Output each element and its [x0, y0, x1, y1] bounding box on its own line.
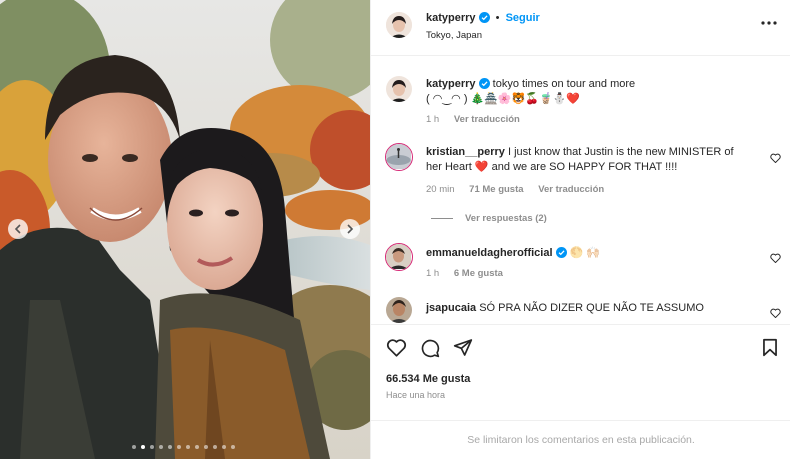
comment-meta-kristian: 20 min 71 Me gusta Ver traducción [426, 184, 605, 195]
like-comment-heart-icon[interactable] [770, 153, 781, 163]
comment-avatar-emmanuel[interactable] [385, 243, 413, 271]
selfie-photo-image [0, 0, 370, 459]
comment-username[interactable]: jsapucaia [426, 302, 476, 314]
verified-badge-icon [478, 12, 490, 23]
verified-badge-icon [555, 247, 567, 258]
author-avatar[interactable] [386, 12, 412, 38]
chevron-right-icon [347, 224, 354, 234]
post-header: katyperry • Seguir Tokyo, Japan [371, 0, 790, 56]
caption: katyperry tokyo times on tour and more (… [426, 77, 756, 107]
comment-meta-emmanuel: 1 h 6 Me gusta [426, 268, 503, 279]
verified-badge-icon [478, 78, 490, 89]
likes-count[interactable]: 66.534 Me gusta [386, 373, 470, 385]
carousel-dot [150, 445, 154, 449]
comment-username[interactable]: kristian__perry [426, 146, 505, 158]
comment-text-kristian: kristian__perry I just know that Justin … [426, 146, 734, 173]
carousel-dot [177, 445, 181, 449]
caption-translate-link[interactable]: Ver traducción [454, 114, 520, 125]
post-photo[interactable] [0, 0, 370, 459]
comment-avatar-jsapucaia[interactable] [386, 297, 412, 323]
carousel-dot [168, 445, 172, 449]
chevron-left-icon [14, 224, 21, 234]
post-details-panel: katyperry • Seguir Tokyo, Japan katyperr… [370, 0, 790, 459]
comment-bubble-icon[interactable] [420, 338, 440, 358]
previous-photo-button[interactable] [8, 219, 28, 239]
instagram-post-viewer: katyperry • Seguir Tokyo, Japan katyperr… [0, 0, 790, 459]
header-separator: • [495, 12, 500, 24]
comments-limited-notice: Se limitaron los comentarios en esta pub… [371, 420, 790, 459]
caption-author-avatar[interactable] [386, 76, 412, 102]
carousel-dot [222, 445, 226, 449]
comment-text-emmanuel: emmanueldagherofficial 🌕 🙌🏻 [426, 247, 601, 259]
carousel-dot [186, 445, 190, 449]
avatar-image [386, 76, 412, 102]
caption-text: tokyo times on tour and more [492, 78, 636, 90]
avatar-image [386, 144, 411, 169]
caption-username[interactable]: katyperry [426, 78, 476, 90]
comment-text-jsapucaia: jsapucaia SÓ PRA NÃO DIZER QUE NÃO TE AS… [426, 302, 704, 314]
avatar-image [386, 244, 411, 269]
next-photo-button[interactable] [340, 219, 360, 239]
like-heart-icon[interactable] [386, 338, 407, 357]
author-username[interactable]: katyperry [426, 12, 476, 24]
carousel-dot [213, 445, 217, 449]
carousel-dot [195, 445, 199, 449]
post-location[interactable]: Tokyo, Japan [426, 30, 482, 41]
follow-button[interactable]: Seguir [506, 12, 540, 24]
avatar-image [386, 12, 412, 38]
more-options-icon[interactable] [761, 21, 777, 25]
carousel-dot [231, 445, 235, 449]
like-comment-heart-icon[interactable] [770, 308, 781, 318]
carousel-dot [204, 445, 208, 449]
replies-divider [431, 217, 453, 219]
post-timestamp[interactable]: Hace una hora [386, 390, 445, 400]
like-comment-heart-icon[interactable] [770, 253, 781, 263]
carousel-dot [141, 445, 145, 449]
share-paper-plane-icon[interactable] [453, 338, 473, 357]
caption-time[interactable]: 1 h [426, 114, 439, 125]
view-replies-button[interactable]: Ver respuestas (2) [431, 213, 559, 224]
comment-username[interactable]: emmanueldagherofficial [426, 247, 553, 259]
save-bookmark-icon[interactable] [762, 338, 778, 357]
avatar-image [386, 297, 412, 323]
carousel-indicator [132, 445, 235, 449]
carousel-dot [132, 445, 136, 449]
caption-meta: 1 h Ver traducción [426, 114, 532, 125]
caption-emoji-line: ( ◠‿◠ ) 🎄🏯🌸🐯🍒🧋⛄️❤️ [426, 93, 581, 105]
comment-avatar-kristian[interactable] [385, 143, 413, 171]
carousel-dot [159, 445, 163, 449]
